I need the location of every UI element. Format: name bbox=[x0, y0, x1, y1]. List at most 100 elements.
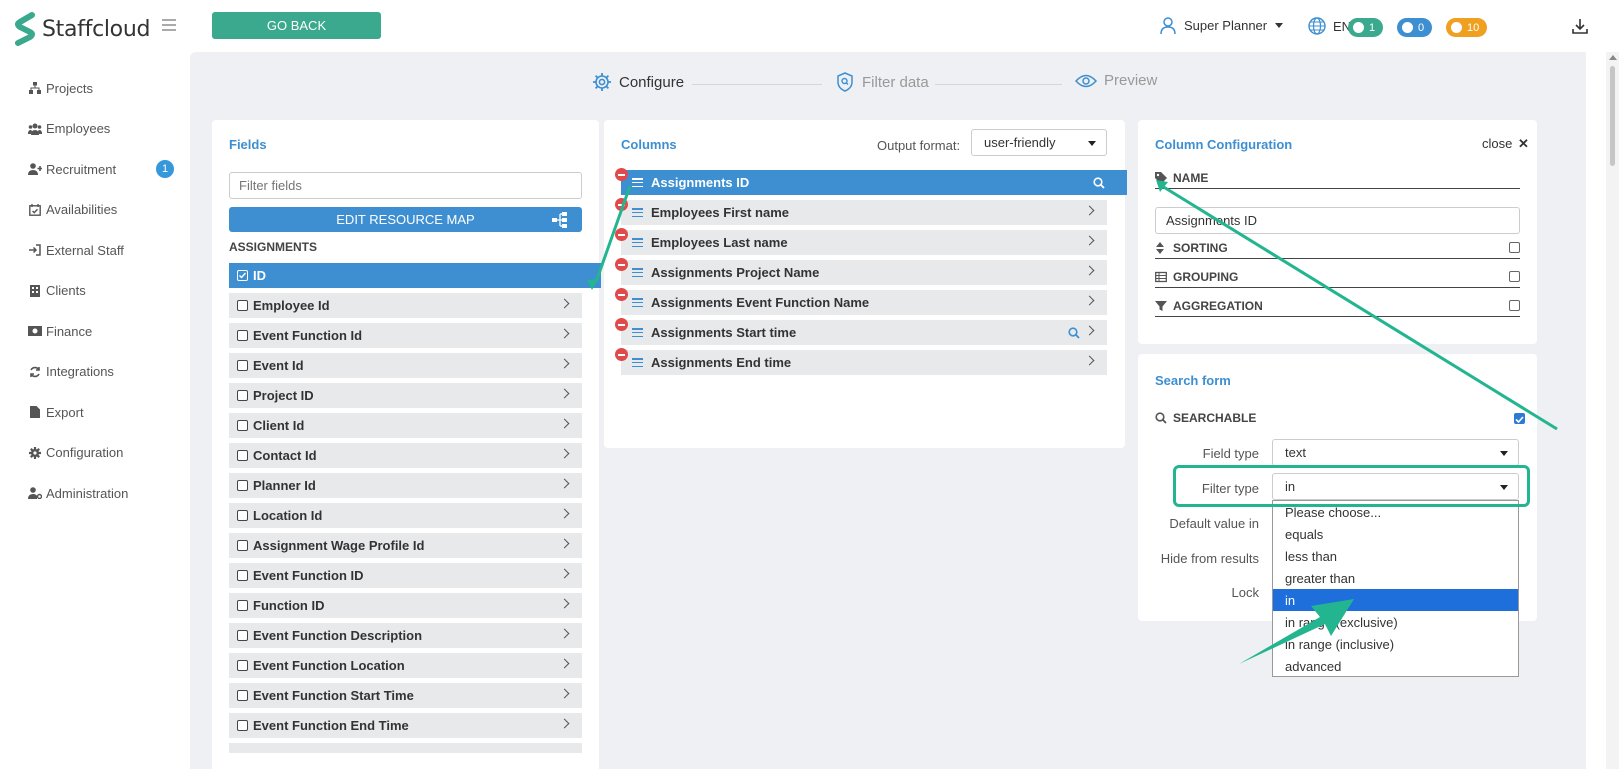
chevron-right-icon[interactable] bbox=[559, 418, 570, 429]
nav-item-clients[interactable]: Clients bbox=[0, 271, 190, 312]
chevron-right-icon[interactable] bbox=[559, 628, 570, 639]
searchable-checkbox[interactable] bbox=[1514, 413, 1525, 424]
grouping-checkbox[interactable] bbox=[1509, 271, 1520, 282]
checkbox-checked-icon[interactable] bbox=[237, 270, 248, 281]
drag-handle-icon[interactable] bbox=[632, 268, 643, 278]
drag-handle-icon[interactable] bbox=[632, 178, 643, 188]
scroll-up-arrow-icon[interactable] bbox=[1609, 55, 1617, 60]
logo[interactable]: Staffcloud bbox=[14, 12, 150, 46]
remove-icon[interactable] bbox=[615, 318, 628, 331]
checkbox-icon[interactable] bbox=[237, 540, 248, 551]
drag-handle-icon[interactable] bbox=[632, 328, 643, 338]
chevron-right-icon[interactable] bbox=[559, 358, 570, 369]
remove-icon[interactable] bbox=[615, 258, 628, 271]
dropdown-option[interactable]: equals bbox=[1273, 523, 1518, 545]
field-row[interactable]: Project ID bbox=[229, 383, 582, 408]
filter-fields-input[interactable] bbox=[229, 172, 582, 199]
dropdown-option[interactable]: advanced bbox=[1273, 655, 1518, 676]
chevron-right-icon[interactable] bbox=[559, 478, 570, 489]
field-row[interactable]: Event Id bbox=[229, 353, 582, 378]
nav-item-employees[interactable]: Employees bbox=[0, 109, 190, 150]
step-preview[interactable]: Preview bbox=[1075, 72, 1157, 89]
column-row[interactable]: Employees First name bbox=[615, 198, 1107, 225]
chevron-right-icon[interactable] bbox=[1084, 325, 1095, 336]
nav-item-configuration[interactable]: Configuration bbox=[0, 433, 190, 474]
column-name-input[interactable] bbox=[1155, 207, 1520, 234]
checkbox-icon[interactable] bbox=[237, 390, 248, 401]
chevron-right-icon[interactable] bbox=[1084, 265, 1095, 276]
nav-item-external-staff[interactable]: External Staff bbox=[0, 230, 190, 271]
nav-item-recruitment[interactable]: Recruitment 1 bbox=[0, 149, 190, 190]
nav-item-projects[interactable]: Projects bbox=[0, 68, 190, 109]
drag-handle-icon[interactable] bbox=[632, 238, 643, 248]
chevron-right-icon[interactable] bbox=[1084, 295, 1095, 306]
field-row[interactable]: Event Function End Time bbox=[229, 713, 582, 738]
field-row[interactable]: Assignment Wage Profile Id bbox=[229, 533, 582, 558]
field-row[interactable]: Contact Id bbox=[229, 443, 582, 468]
drag-handle-icon[interactable] bbox=[632, 298, 643, 308]
checkbox-icon[interactable] bbox=[237, 360, 248, 371]
dropdown-option-selected[interactable]: in bbox=[1273, 589, 1518, 611]
field-type-select[interactable]: text bbox=[1272, 439, 1519, 466]
drag-handle-icon[interactable] bbox=[632, 208, 643, 218]
chevron-right-icon[interactable] bbox=[1084, 355, 1095, 366]
nav-item-administration[interactable]: Administration bbox=[0, 473, 190, 514]
edit-resource-map-button[interactable]: EDIT RESOURCE MAP bbox=[229, 207, 582, 232]
scrollbar-thumb[interactable] bbox=[1610, 66, 1615, 166]
checkbox-icon[interactable] bbox=[237, 510, 248, 521]
dropdown-option[interactable]: less than bbox=[1273, 545, 1518, 567]
field-row[interactable]: Event Function Description bbox=[229, 623, 582, 648]
step-filter-data[interactable]: Filter data bbox=[836, 72, 929, 92]
chevron-right-icon[interactable] bbox=[559, 718, 570, 729]
field-row[interactable]: Location Id bbox=[229, 503, 582, 528]
dropdown-option[interactable]: in range (inclusive) bbox=[1273, 633, 1518, 655]
go-back-button[interactable]: GO BACK bbox=[212, 12, 381, 39]
dropdown-option[interactable]: greater than bbox=[1273, 567, 1518, 589]
checkbox-icon[interactable] bbox=[237, 690, 248, 701]
checkbox-icon[interactable] bbox=[237, 630, 248, 641]
field-row[interactable]: Event Function ID bbox=[229, 563, 582, 588]
notifications-counter[interactable]: 0 bbox=[1397, 18, 1433, 37]
field-row-id[interactable]: ID bbox=[229, 263, 601, 288]
checkbox-icon[interactable] bbox=[237, 720, 248, 731]
column-row[interactable]: Employees Last name bbox=[615, 228, 1107, 255]
checkbox-icon[interactable] bbox=[237, 420, 248, 431]
output-format-select[interactable]: user-friendly bbox=[971, 129, 1107, 156]
chevron-right-icon[interactable] bbox=[559, 508, 570, 519]
checkbox-icon[interactable] bbox=[237, 660, 248, 671]
field-row[interactable]: Employee Id bbox=[229, 293, 582, 318]
filter-type-dropdown[interactable]: Please choose... equals less than greate… bbox=[1272, 500, 1519, 677]
messages-counter[interactable]: 1 bbox=[1348, 18, 1384, 37]
menu-toggle-icon[interactable] bbox=[162, 19, 176, 31]
credits-counter[interactable]: 10 bbox=[1446, 18, 1488, 37]
column-row-assignments-id[interactable]: Assignments ID bbox=[615, 168, 1127, 195]
field-row[interactable]: Function ID bbox=[229, 593, 582, 618]
remove-icon[interactable] bbox=[615, 228, 628, 241]
page-scrollbar[interactable] bbox=[1606, 52, 1619, 769]
chevron-right-icon[interactable] bbox=[559, 568, 570, 579]
chevron-right-icon[interactable] bbox=[559, 688, 570, 699]
chevron-right-icon[interactable] bbox=[559, 328, 570, 339]
checkbox-icon[interactable] bbox=[237, 480, 248, 491]
sorting-checkbox[interactable] bbox=[1509, 242, 1520, 253]
chevron-right-icon[interactable] bbox=[559, 598, 570, 609]
download-icon[interactable] bbox=[1572, 18, 1588, 34]
chevron-right-icon[interactable] bbox=[559, 388, 570, 399]
chevron-right-icon[interactable] bbox=[559, 538, 570, 549]
remove-icon[interactable] bbox=[615, 168, 628, 181]
remove-icon[interactable] bbox=[615, 348, 628, 361]
checkbox-icon[interactable] bbox=[237, 450, 248, 461]
field-row[interactable]: Event Function Location bbox=[229, 653, 582, 678]
remove-icon[interactable] bbox=[615, 198, 628, 211]
aggregation-checkbox[interactable] bbox=[1509, 300, 1520, 311]
column-row[interactable]: Assignments Event Function Name bbox=[615, 288, 1107, 315]
chevron-right-icon[interactable] bbox=[559, 298, 570, 309]
chevron-right-icon[interactable] bbox=[559, 448, 570, 459]
checkbox-icon[interactable] bbox=[237, 300, 248, 311]
nav-item-availabilities[interactable]: Availabilities bbox=[0, 190, 190, 231]
user-menu[interactable]: Super Planner bbox=[1160, 17, 1284, 34]
checkbox-icon[interactable] bbox=[237, 570, 248, 581]
column-row[interactable]: Assignments Start time bbox=[615, 318, 1107, 345]
chevron-right-icon[interactable] bbox=[559, 658, 570, 669]
close-button[interactable]: close ✕ bbox=[1482, 136, 1529, 152]
